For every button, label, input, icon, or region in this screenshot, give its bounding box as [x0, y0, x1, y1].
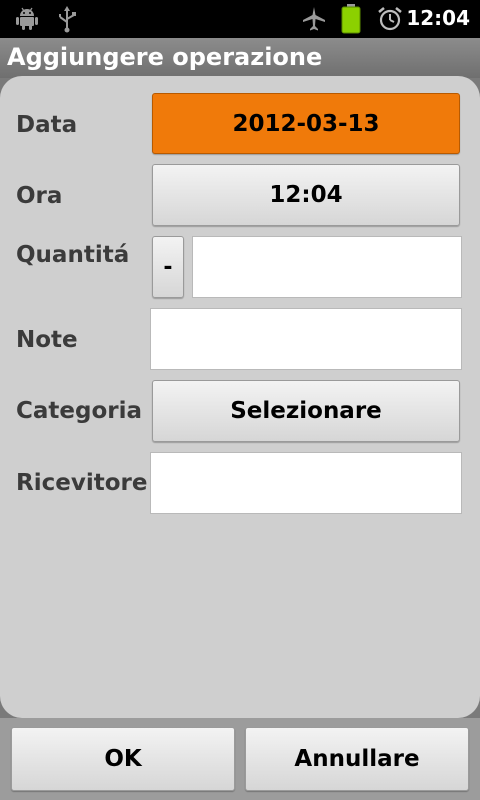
android-debug-icon: [14, 5, 40, 35]
time-label: Ora: [16, 183, 63, 209]
dialog-title-bar: Aggiungere operazione: [0, 38, 480, 78]
quantity-input[interactable]: [192, 236, 462, 298]
category-select-button[interactable]: Selezionare: [152, 380, 460, 442]
ok-button[interactable]: OK: [11, 727, 235, 791]
action-bar: OK Annullare: [0, 718, 480, 800]
note-label: Note: [16, 327, 78, 353]
battery-icon: [341, 4, 361, 38]
dialog-title: Aggiungere operazione: [7, 43, 323, 71]
category-label: Categoria: [16, 398, 143, 424]
date-button[interactable]: 2012-03-13: [152, 93, 460, 154]
cancel-button[interactable]: Annullare: [245, 727, 469, 791]
sign-toggle-button[interactable]: -: [152, 236, 184, 298]
date-label: Data: [16, 112, 78, 138]
status-bar: 12:04: [0, 0, 480, 38]
usb-icon: [56, 5, 78, 37]
alarm-icon: [376, 5, 404, 37]
airplane-icon: [300, 5, 328, 37]
quantity-label: Quantitá: [16, 242, 130, 268]
receiver-input[interactable]: [150, 452, 462, 514]
receiver-label: Ricevitore: [16, 470, 148, 496]
time-button[interactable]: 12:04: [152, 164, 460, 226]
dialog-panel: Data 2012-03-13 Ora 12:04 Quantitá - Not…: [0, 76, 480, 718]
note-input[interactable]: [150, 308, 462, 370]
status-clock: 12:04: [406, 6, 470, 30]
